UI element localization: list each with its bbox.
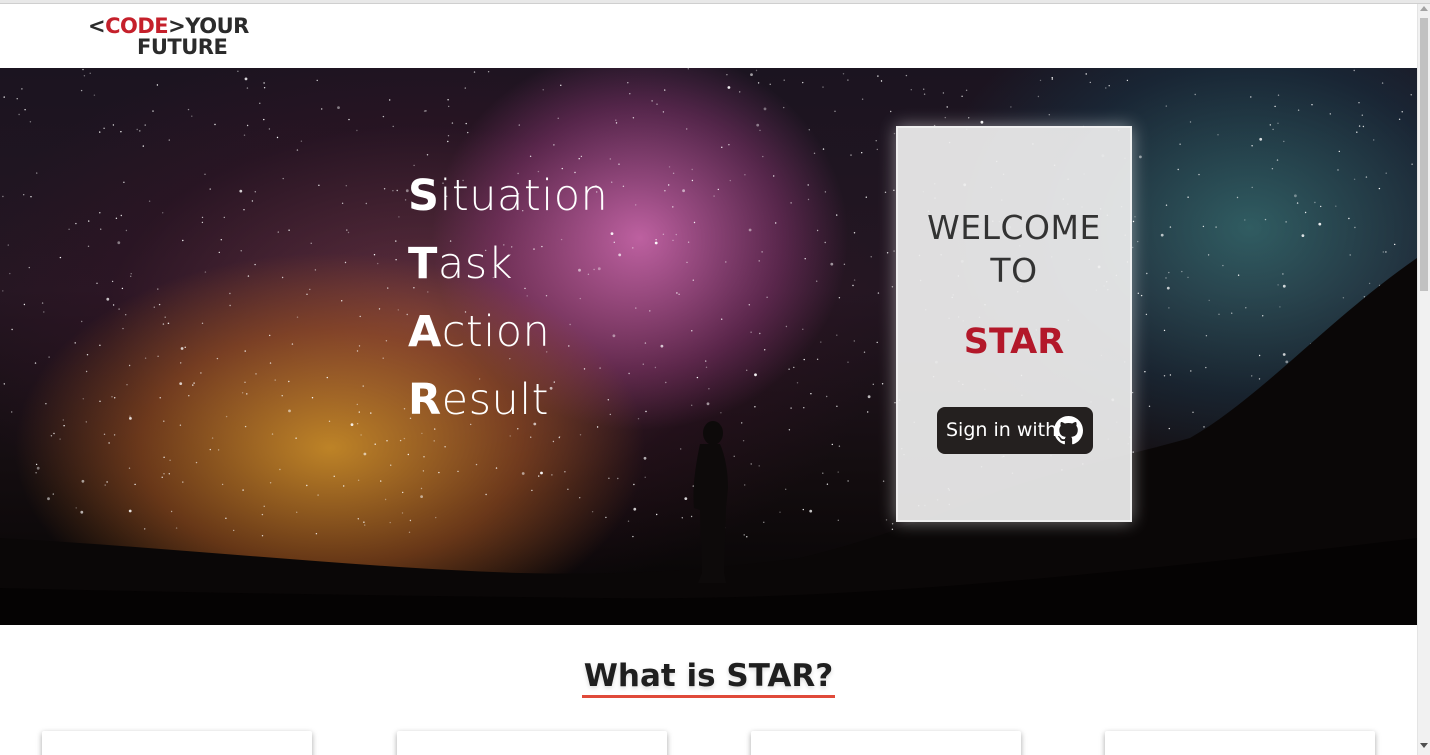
star-item-action: Action <box>408 298 608 366</box>
scrollbar-thumb[interactable] <box>1420 18 1428 291</box>
hill-silhouette <box>0 258 1417 625</box>
star-initial: A <box>408 307 442 357</box>
app-name: STAR <box>963 322 1065 362</box>
star-rest: ask <box>437 239 513 289</box>
scroll-down-arrow-icon[interactable] <box>1420 743 1428 748</box>
logo-future-text: FUTURE <box>137 35 228 59</box>
logo-bracket-open: < <box>88 14 106 38</box>
star-initial: R <box>408 375 442 425</box>
section-header: What is STAR? <box>0 657 1417 698</box>
hero-banner: Situation Task Action Result WELCOME TO … <box>0 68 1417 625</box>
star-rest: ituation <box>439 171 609 221</box>
star-item-task: Task <box>408 230 608 298</box>
codeyourfuture-logo[interactable]: <CODE>YOUR FUTURE <box>88 15 249 59</box>
logo-line-1: <CODE>YOUR <box>88 15 249 37</box>
star-initial: S <box>408 171 440 221</box>
star-rest: ction <box>441 307 551 357</box>
sign-in-github-button[interactable]: Sign in with <box>937 407 1093 454</box>
star-rest: esult <box>441 375 550 425</box>
info-card-3 <box>751 731 1021 755</box>
info-card-1 <box>42 731 312 755</box>
what-is-star-heading: What is STAR? <box>581 657 836 698</box>
github-icon <box>1054 416 1083 445</box>
info-card-2 <box>397 731 667 755</box>
star-acronym-list: Situation Task Action Result <box>408 162 608 434</box>
welcome-card: WELCOME TO STAR Sign in with <box>896 126 1132 522</box>
star-initial: T <box>408 239 438 289</box>
sign-in-label: Sign in with <box>946 419 1058 441</box>
navbar: <CODE>YOUR FUTURE <box>0 4 1417 68</box>
star-item-result: Result <box>408 366 608 434</box>
welcome-heading: WELCOME TO <box>898 206 1130 292</box>
welcome-line-1: WELCOME <box>927 208 1101 247</box>
welcome-line-2: TO <box>990 251 1038 290</box>
scroll-up-arrow-icon[interactable] <box>1420 6 1428 11</box>
vertical-scrollbar[interactable] <box>1417 4 1430 755</box>
person-silhouette <box>693 421 728 583</box>
info-card-4 <box>1105 731 1375 755</box>
star-item-situation: Situation <box>408 162 608 230</box>
